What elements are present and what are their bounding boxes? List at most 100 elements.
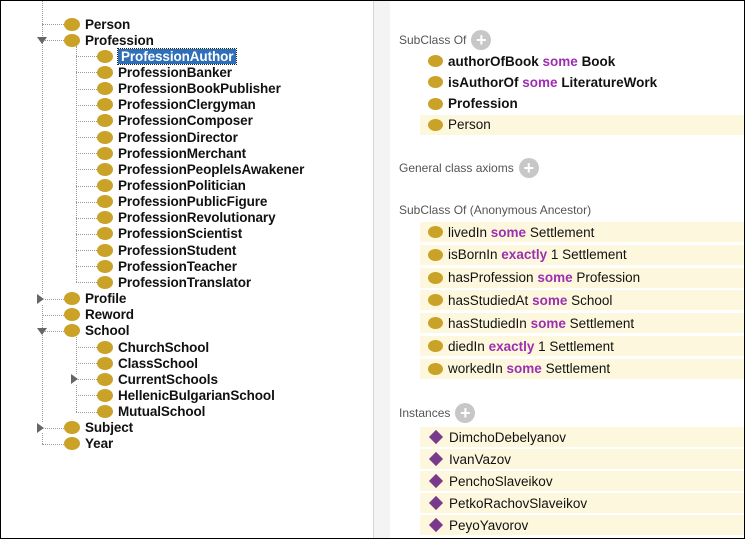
expanded-triangle-icon[interactable] xyxy=(37,327,47,335)
tree-connector xyxy=(76,347,97,348)
individual-row[interactable]: DimchoDebelyanov xyxy=(420,427,744,447)
split-pane-divider[interactable] xyxy=(373,1,391,538)
tree-item[interactable]: ProfessionScientist xyxy=(97,226,242,242)
add-instance-icon[interactable]: + xyxy=(455,403,476,423)
tree-connector xyxy=(76,250,97,252)
tree-item-label: ProfessionScientist xyxy=(118,226,243,242)
class-expression-row[interactable]: hasStudiedIn some Settlement xyxy=(420,313,744,334)
class-expression-row[interactable]: Person xyxy=(420,114,744,135)
tree-item[interactable]: Profession xyxy=(64,32,154,48)
tree-item[interactable]: ProfessionBanker xyxy=(97,64,232,80)
tree-item[interactable]: ProfessionMerchant xyxy=(97,145,246,161)
instances-header: Instances + xyxy=(399,403,476,423)
expression-subject: livedIn xyxy=(448,224,488,240)
class-expression-row[interactable]: Profession xyxy=(420,94,744,114)
tree-item[interactable]: CurrentSchools xyxy=(97,371,218,387)
tree-item[interactable]: Profile xyxy=(64,291,126,307)
tree-item[interactable]: ProfessionDirector xyxy=(97,129,238,145)
tree-item-label: ProfessionTeacher xyxy=(118,258,237,274)
expanded-triangle-icon[interactable] xyxy=(37,37,47,45)
class-expression-row[interactable]: isAuthorOf some LiteratureWork xyxy=(420,72,744,92)
tree-item-label: ProfessionPeopleIsAwakener xyxy=(118,161,305,177)
tree-connector xyxy=(76,137,97,139)
tree-item[interactable]: ProfessionClergyman xyxy=(97,97,256,113)
class-icon xyxy=(428,55,443,67)
tree-connector xyxy=(76,233,97,235)
individual-row[interactable]: PeyoYavorov xyxy=(420,515,744,535)
individual-icon xyxy=(428,517,444,533)
tree-item-label: ProfessionPublicFigure xyxy=(118,194,268,210)
tree-item[interactable]: ProfessionRevolutionary xyxy=(97,210,276,226)
tree-item[interactable]: ChurchSchool xyxy=(97,339,209,355)
tree-item[interactable]: ProfessionPublicFigure xyxy=(97,194,267,210)
class-expression: diedIn exactly 1 Settlement xyxy=(448,339,614,354)
class-expression-row[interactable]: isBornIn exactly 1 Settlement xyxy=(420,244,744,265)
individual-icon xyxy=(428,495,444,511)
tree-connector xyxy=(76,88,97,90)
class-icon xyxy=(64,421,80,435)
individual-icon xyxy=(428,451,444,467)
tree-item-label: Reword xyxy=(85,307,134,323)
tree-connector xyxy=(76,120,97,122)
class-icon xyxy=(97,146,113,160)
expression-subject: diedIn xyxy=(448,338,485,354)
class-icon xyxy=(428,271,443,284)
subclass-of-header: SubClass Of + xyxy=(399,30,492,50)
tree-item[interactable]: ProfessionTeacher xyxy=(97,258,237,274)
expression-subject: isAuthorOf xyxy=(448,74,519,90)
tree-item[interactable]: School xyxy=(64,323,130,339)
tree-item-label: CurrentSchools xyxy=(118,371,218,387)
tree-item[interactable]: ProfessionComposer xyxy=(97,113,253,129)
subclass-of-title: SubClass Of xyxy=(399,33,467,47)
expression-filler: 1 Settlement xyxy=(538,338,614,354)
individual-row[interactable]: IvanVazov xyxy=(420,449,744,469)
general-axioms-title: General class axioms xyxy=(399,161,514,175)
expression-keyword: some xyxy=(537,270,573,286)
tree-item[interactable]: ProfessionPolitician xyxy=(97,178,246,194)
tree-item[interactable]: ProfessionPeopleIsAwakener xyxy=(97,161,304,177)
individual-row[interactable]: PenchoSlaveikov xyxy=(420,471,744,491)
class-expression-row[interactable]: workedIn some Settlement xyxy=(420,358,744,379)
tree-item[interactable]: ProfessionAuthor xyxy=(97,47,238,65)
add-subclass-of-icon[interactable]: + xyxy=(471,30,492,50)
expression-subject: authorOfBook xyxy=(448,53,539,69)
expression-filler: Profession xyxy=(576,270,641,286)
tree-item-label: ProfessionPolitician xyxy=(118,178,246,193)
collapsed-triangle-icon[interactable] xyxy=(37,422,44,433)
tree-item[interactable]: HellenicBulgarianSchool xyxy=(97,387,275,403)
tree-item-label: School xyxy=(85,323,130,339)
tree-item-label: ProfessionComposer xyxy=(118,113,253,129)
tree-connector xyxy=(76,379,97,381)
tree-item[interactable]: Year xyxy=(64,436,113,452)
tree-item[interactable]: ProfessionTranslator xyxy=(97,274,251,290)
expression-keyword: some xyxy=(506,361,542,377)
tree-item[interactable]: Subject xyxy=(64,420,133,436)
class-icon xyxy=(97,114,113,128)
collapsed-triangle-icon[interactable] xyxy=(71,374,78,385)
class-expression-row[interactable]: authorOfBook some Book xyxy=(420,51,744,71)
tree-item[interactable]: ProfessionStudent xyxy=(97,242,236,258)
class-expression-row[interactable]: diedIn exactly 1 Settlement xyxy=(420,336,744,356)
tree-item-label: Person xyxy=(85,16,131,32)
class-expression-row[interactable]: livedIn some Settlement xyxy=(420,222,744,242)
tree-item[interactable]: MutualSchool xyxy=(97,404,205,420)
individual-row[interactable]: PetkoRachovSlaveikov xyxy=(420,493,744,513)
class-icon xyxy=(97,340,113,354)
add-general-axiom-icon[interactable]: + xyxy=(518,158,539,178)
class-icon xyxy=(97,49,113,63)
collapsed-triangle-icon[interactable] xyxy=(37,293,44,304)
tree-item-label: ProfessionTranslator xyxy=(118,274,252,290)
expression-filler: Settlement xyxy=(529,224,595,240)
class-icon xyxy=(97,98,113,112)
tree-item[interactable]: Person xyxy=(64,16,130,32)
tree-item[interactable]: ProfessionBookPublisher xyxy=(97,81,281,97)
anon-ancestor-header: SubClass Of (Anonymous Ancestor) xyxy=(399,203,591,217)
class-expression-row[interactable]: hasProfession some Profession xyxy=(420,267,744,288)
tree-connector xyxy=(76,266,97,268)
tree-item[interactable]: Reword xyxy=(64,307,134,323)
individual-name: PeyoYavorov xyxy=(449,517,529,533)
class-expression-row[interactable]: hasStudiedAt some School xyxy=(420,290,744,311)
expression-subject: Person xyxy=(448,117,491,133)
tree-item[interactable]: ClassSchool xyxy=(97,355,198,371)
tree-item-label: MutualSchool xyxy=(118,404,206,420)
